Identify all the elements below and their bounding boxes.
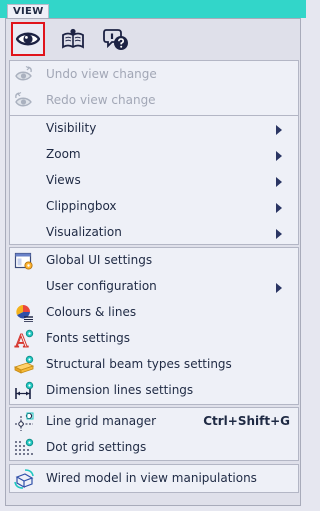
- undo-view-icon: [14, 65, 34, 85]
- redo-view-change-label: Redo view change: [46, 93, 156, 107]
- beam-types-icon: [13, 355, 35, 375]
- view-menu: Undo view change Redo view change Visibi…: [5, 18, 301, 506]
- visibility-item[interactable]: Visibility: [10, 116, 298, 142]
- wired-model-item[interactable]: Wired model in view manipulations: [10, 466, 298, 492]
- submenu-arrow-icon: [276, 229, 282, 239]
- line-grid-shortcut: Ctrl+Shift+G: [203, 414, 290, 428]
- help-button[interactable]: [99, 22, 133, 56]
- wired-model-icon: [14, 469, 34, 489]
- global-ui-settings-label: Global UI settings: [46, 253, 153, 267]
- global-ui-settings-item[interactable]: Global UI settings: [10, 248, 298, 274]
- colours-lines-icon: [14, 303, 34, 323]
- tab-view[interactable]: VIEW: [7, 4, 49, 18]
- line-grid-manager-label: Line grid manager: [46, 414, 157, 428]
- fonts-settings-label: Fonts settings: [46, 331, 131, 345]
- clippingbox-label: Clippingbox: [46, 199, 117, 213]
- dimension-lines-icon: [14, 381, 34, 401]
- zoom-label: Zoom: [46, 147, 81, 161]
- visibility-label: Visibility: [46, 121, 97, 135]
- menu-group-wired-model: Wired model in view manipulations: [9, 464, 299, 493]
- beam-types-settings-item[interactable]: Structural beam types settings: [10, 352, 298, 378]
- visualization-item[interactable]: Visualization: [10, 220, 298, 246]
- submenu-arrow-icon: [276, 177, 282, 187]
- dimension-lines-settings-item[interactable]: Dimension lines settings: [10, 378, 298, 404]
- undo-view-change-item[interactable]: Undo view change: [10, 62, 298, 88]
- redo-view-icon: [14, 91, 34, 111]
- views-item[interactable]: Views: [10, 168, 298, 194]
- views-label: Views: [46, 173, 81, 187]
- dot-grid-settings-item[interactable]: Dot grid settings: [10, 435, 298, 461]
- ui-settings-icon: [14, 251, 34, 271]
- menu-group-view-options: Visibility Zoom Views Clippingbox Visual…: [9, 115, 299, 245]
- dot-grid-icon: [14, 438, 34, 458]
- visualization-label: Visualization: [46, 225, 122, 239]
- line-grid-icon: [14, 412, 34, 432]
- submenu-arrow-icon: [276, 283, 282, 293]
- wired-model-label: Wired model in view manipulations: [46, 471, 257, 485]
- guide-button[interactable]: [56, 22, 90, 56]
- menu-group-grid: Line grid manager Ctrl+Shift+G Dot grid …: [9, 407, 299, 461]
- menu-group-settings: Global UI settings User configuration Co…: [9, 247, 299, 405]
- zoom-item[interactable]: Zoom: [10, 142, 298, 168]
- menu-toolbar: [6, 19, 300, 63]
- fonts-settings-item[interactable]: A Fonts settings: [10, 326, 298, 353]
- beam-types-settings-label: Structural beam types settings: [46, 357, 232, 371]
- user-configuration-label: User configuration: [46, 279, 157, 293]
- colours-lines-item[interactable]: Colours & lines: [10, 300, 298, 326]
- line-grid-manager-item[interactable]: Line grid manager Ctrl+Shift+G: [10, 409, 298, 435]
- user-configuration-item[interactable]: User configuration: [10, 274, 298, 300]
- dimension-lines-settings-label: Dimension lines settings: [46, 383, 194, 397]
- submenu-arrow-icon: [276, 151, 282, 161]
- colours-lines-label: Colours & lines: [46, 305, 137, 319]
- fonts-icon: A: [14, 329, 34, 353]
- clippingbox-item[interactable]: Clippingbox: [10, 194, 298, 220]
- dot-grid-settings-label: Dot grid settings: [46, 440, 147, 454]
- undo-view-change-label: Undo view change: [46, 67, 157, 81]
- eye-button[interactable]: [11, 22, 45, 56]
- redo-view-change-item[interactable]: Redo view change: [10, 88, 298, 114]
- submenu-arrow-icon: [276, 203, 282, 213]
- menu-group-history: Undo view change Redo view change: [9, 60, 299, 116]
- submenu-arrow-icon: [276, 125, 282, 135]
